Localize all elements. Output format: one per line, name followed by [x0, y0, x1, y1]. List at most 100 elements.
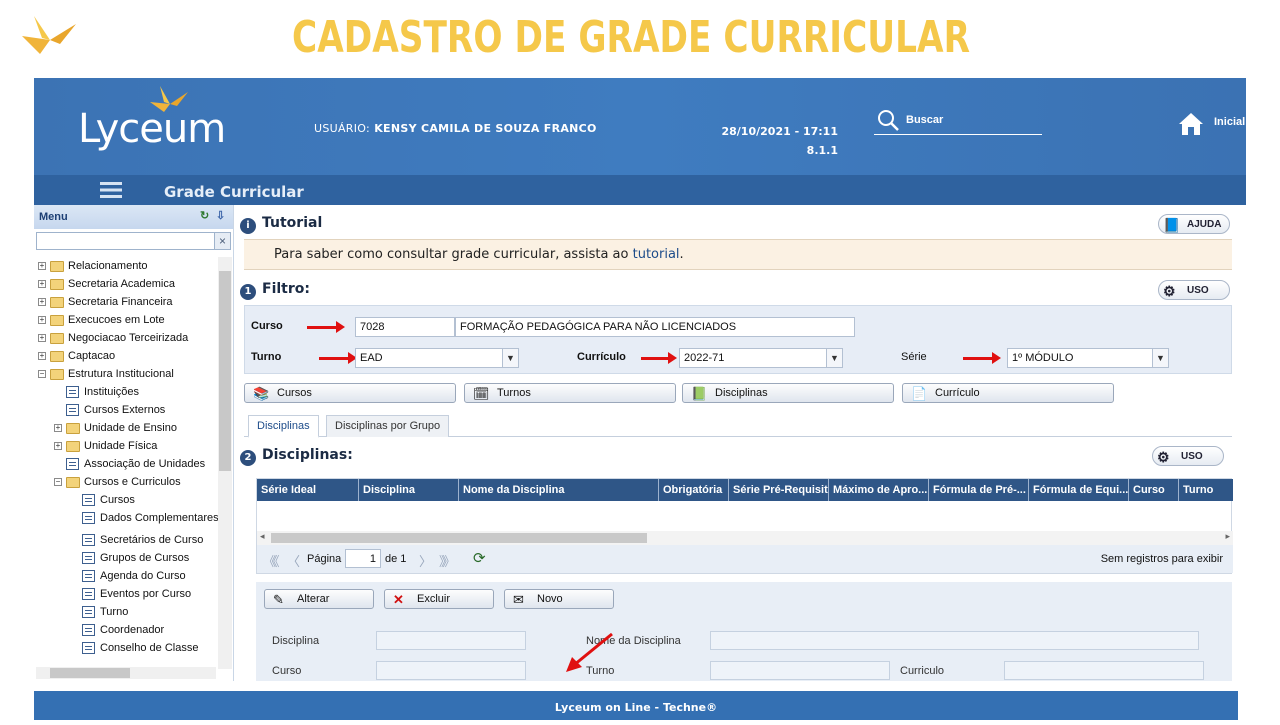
excluir-button[interactable]: ✕ Excluir — [384, 589, 494, 609]
sidebar-horizontal-scrollbar[interactable] — [36, 667, 216, 679]
tree-item-grupos-de-cursos[interactable]: Grupos de Cursos — [34, 549, 218, 567]
header-search[interactable]: Buscar — [874, 108, 1042, 135]
grid-horizontal-scrollbar[interactable]: ◂ ▸ — [257, 531, 1233, 545]
disciplinas-uso-button[interactable]: ⚙ USO — [1152, 446, 1224, 466]
col-serie-ideal[interactable]: Série Ideal — [257, 479, 359, 501]
curriculo-button[interactable]: 📄 Currículo — [902, 383, 1114, 403]
ajuda-button[interactable]: 📘 AJUDA — [1158, 214, 1230, 234]
alterar-button[interactable]: ✎ Alterar — [264, 589, 374, 609]
disciplinas-heading: 2 Disciplinas: — [240, 447, 353, 471]
tree-item-unidade-de-ensino[interactable]: + Unidade de Ensino — [34, 419, 218, 437]
disciplina-field[interactable] — [376, 631, 526, 650]
tree-item-coordenador[interactable]: Coordenador — [34, 621, 218, 639]
last-page-icon[interactable]: 》》 — [439, 551, 455, 570]
hamburger-menu-icon[interactable] — [100, 181, 122, 199]
tab-disciplinas-por-grupo[interactable]: Disciplinas por Grupo — [326, 415, 450, 437]
refresh-grid-icon[interactable]: ⟳ — [473, 549, 486, 567]
lyceum-app-window: Lyceum USUÁRIO: KENSY CAMILA DE SOUZA FR… — [34, 78, 1246, 681]
menu-search-input[interactable]: × — [36, 232, 231, 250]
search-label: Buscar — [906, 114, 944, 126]
tree-item-unidade-fisica[interactable]: + Unidade Física — [34, 437, 218, 455]
scrollbar-thumb[interactable] — [271, 533, 647, 543]
col-nome-disciplina[interactable]: Nome da Disciplina — [459, 479, 659, 501]
sidebar-vertical-scrollbar[interactable] — [218, 257, 232, 669]
user-info: USUÁRIO: KENSY CAMILA DE SOUZA FRANCO — [314, 122, 597, 135]
tree-item-turno[interactable]: Turno — [34, 603, 218, 621]
curriculo-form-field[interactable] — [1004, 661, 1204, 680]
turnos-button[interactable]: 🗓 Turnos — [464, 383, 676, 403]
turno-form-field[interactable] — [710, 661, 890, 680]
tutorial-heading: i Tutorial — [240, 215, 322, 239]
delete-x-icon: ✕ — [393, 592, 404, 607]
first-page-icon[interactable]: 《《 — [263, 551, 279, 570]
tree-item-agenda-do-curso[interactable]: Agenda do Curso — [34, 567, 218, 585]
search-icon[interactable] — [876, 108, 902, 134]
menu-tree: + Relacionamento + Secretaria Academica + S… — [34, 257, 218, 669]
page-number-input[interactable]: 1 — [345, 549, 381, 568]
red-arrow-curso — [307, 321, 345, 333]
tree-item-execucoes-em-lote[interactable]: + Execucoes em Lote — [34, 311, 218, 329]
chevron-down-icon[interactable]: ▼ — [1152, 349, 1168, 367]
datetime-version: 28/10/2021 - 17:11 8.1.1 — [674, 122, 838, 160]
tree-item-secretaria-financeira[interactable]: + Secretaria Financeira — [34, 293, 218, 311]
app-header: Lyceum USUÁRIO: KENSY CAMILA DE SOUZA FR… — [34, 78, 1246, 175]
col-obrigatoria[interactable]: Obrigatória — [659, 479, 729, 501]
clear-search-icon[interactable]: × — [214, 233, 230, 249]
tree-item-conselho-de-classe[interactable]: Conselho de Classe — [34, 639, 218, 657]
refresh-icon[interactable]: ↻ — [200, 209, 209, 222]
turno-select[interactable]: EAD ▼ — [355, 348, 519, 368]
scroll-left-icon[interactable]: ◂ — [260, 531, 265, 542]
serie-select[interactable]: 1º MÓDULO ▼ — [1007, 348, 1169, 368]
tree-item-cursos-externos[interactable]: Cursos Externos — [34, 401, 218, 419]
scrollbar-thumb[interactable] — [50, 668, 130, 678]
tree-item-secretaria-academica[interactable]: + Secretaria Academica — [34, 275, 218, 293]
tutorial-box: Para saber como consultar grade curricul… — [244, 239, 1232, 270]
home-icon[interactable] — [1178, 112, 1204, 136]
home-button[interactable]: Inicial — [1178, 112, 1245, 139]
col-maximo-aprov[interactable]: Máximo de Apro... — [829, 479, 929, 501]
col-disciplina[interactable]: Disciplina — [359, 479, 459, 501]
tree-item-eventos-por-curso[interactable]: Eventos por Curso — [34, 585, 218, 603]
tree-item-estrutura-institucional[interactable]: − Estrutura Institucional — [34, 365, 218, 383]
tree-item-relacionamento[interactable]: + Relacionamento — [34, 257, 218, 275]
curso-form-field[interactable] — [376, 661, 526, 680]
nome-disciplina-field[interactable] — [710, 631, 1199, 650]
curriculo-select[interactable]: 2022-71 ▼ — [679, 348, 843, 368]
slide-title: CADASTRO DE GRADE CURRICULAR — [292, 12, 970, 63]
disciplinas-grid: Série Ideal Disciplina Nome da Disciplin… — [256, 478, 1233, 574]
tree-item-negociacao-terceirizada[interactable]: + Negociacao Terceirizada — [34, 329, 218, 347]
tree-item-associacao-de-unidades[interactable]: Associação de Unidades — [34, 455, 218, 473]
chevron-down-icon[interactable]: ▼ — [502, 349, 518, 367]
next-page-icon[interactable]: 〉 — [419, 551, 432, 570]
prev-page-icon[interactable]: 〈 — [287, 551, 300, 570]
gears-icon: ⚙ — [1163, 283, 1176, 299]
curso-name-input[interactable]: FORMAÇÃO PEDAGÓGICA PARA NÃO LICENCIADOS — [455, 317, 855, 337]
curso-code-input[interactable]: 7028 — [355, 317, 455, 337]
tab-disciplinas[interactable]: Disciplinas — [248, 415, 319, 438]
scroll-right-icon[interactable]: ▸ — [1225, 531, 1230, 542]
disciplinas-button[interactable]: 📗 Disciplinas — [682, 383, 894, 403]
red-arrow-curriculo — [641, 352, 677, 364]
scrollbar-thumb[interactable] — [219, 271, 231, 471]
cursos-button[interactable]: 📚 Cursos — [244, 383, 456, 403]
col-serie-pre-requisito[interactable]: Série Pré-Requisito — [729, 479, 829, 501]
tree-item-cursos[interactable]: Cursos — [34, 491, 218, 509]
pin-icon[interactable]: ⇩ — [216, 209, 225, 222]
tree-item-dados-complementares[interactable]: Dados Complementares — [34, 509, 218, 527]
curriculo-form-label: Curriculo — [900, 665, 945, 677]
chevron-down-icon[interactable]: ▼ — [826, 349, 842, 367]
col-formula-pre[interactable]: Fórmula de Pré-... — [929, 479, 1029, 501]
tree-item-captacao[interactable]: + Captacao — [34, 347, 218, 365]
tree-item-secretarios-de-curso[interactable]: Secretários de Curso — [34, 531, 218, 549]
tree-item-instituicoes[interactable]: Instituições — [34, 383, 218, 401]
col-formula-equi[interactable]: Fórmula de Equi... — [1029, 479, 1129, 501]
col-turno[interactable]: Turno — [1179, 479, 1233, 501]
tree-item-cursos-e-curriculos[interactable]: − Cursos e Curriculos — [34, 473, 218, 491]
info-icon: i — [240, 218, 256, 234]
novo-button[interactable]: ✉ Novo — [504, 589, 614, 609]
page-title: Grade Curricular — [164, 183, 304, 201]
tutorial-link[interactable]: tutorial — [633, 247, 680, 262]
bird-logo-icon — [22, 16, 76, 54]
col-curso[interactable]: Curso — [1129, 479, 1179, 501]
filtro-uso-button[interactable]: ⚙ USO — [1158, 280, 1230, 300]
